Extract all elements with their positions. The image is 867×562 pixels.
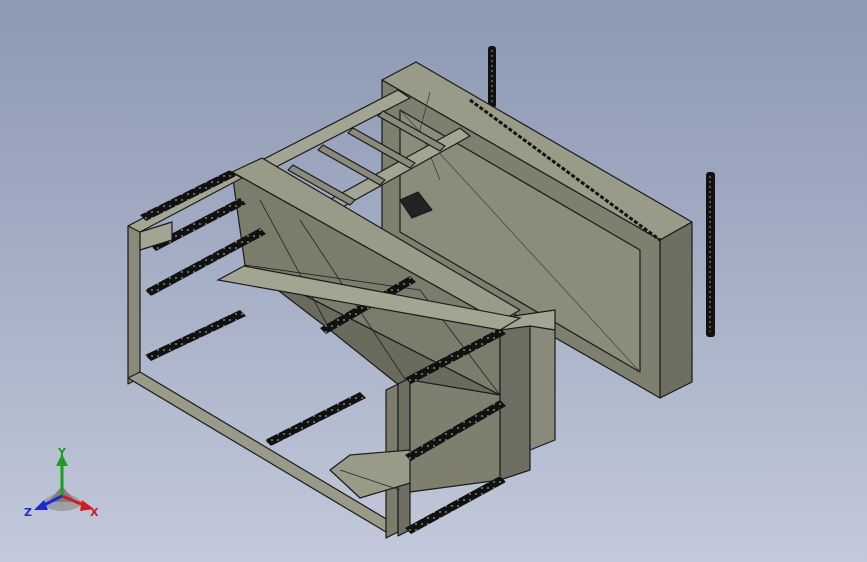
vertical-rod-right <box>706 172 715 337</box>
y-axis-label: Y <box>57 446 67 459</box>
z-axis-label: Z <box>24 506 32 519</box>
3d-model-frame-assembly[interactable] <box>0 0 867 562</box>
y-axis-arrow-icon <box>56 454 68 496</box>
vertical-rod-left <box>488 46 496 108</box>
x-axis-label: X <box>90 506 99 519</box>
coordinate-triad: Y X Z <box>24 446 99 519</box>
cad-graphics-viewport[interactable]: Y X Z <box>0 0 867 562</box>
